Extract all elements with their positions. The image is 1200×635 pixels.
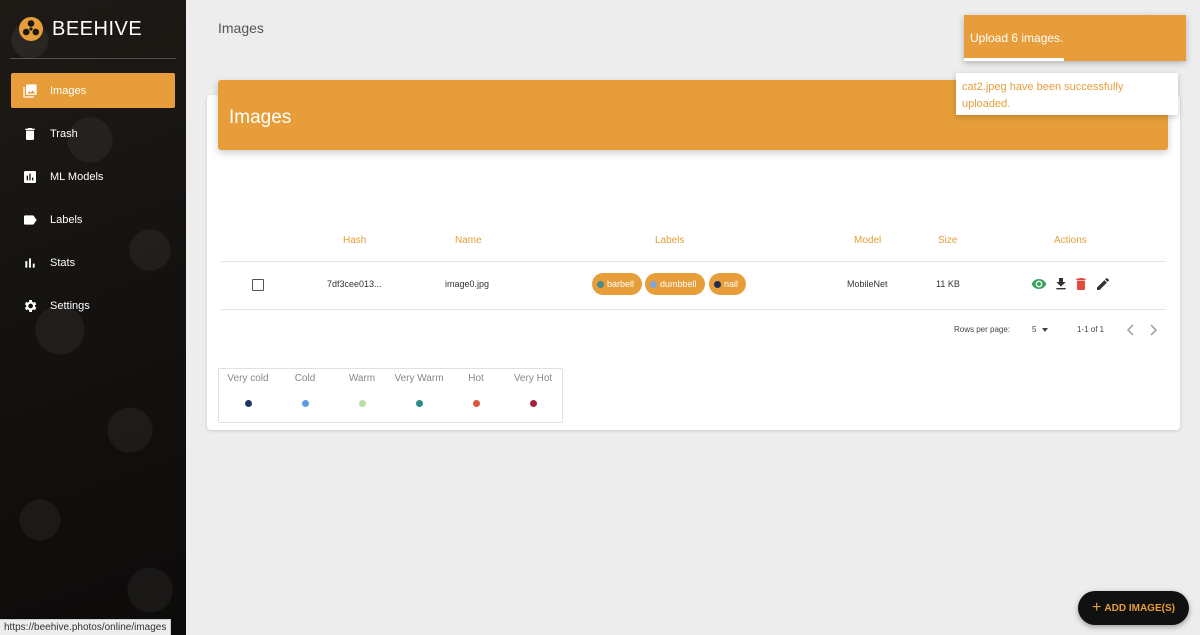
table-divider (221, 261, 1166, 262)
sidebar-item-label: Trash (50, 127, 78, 140)
row-checkbox[interactable] (252, 279, 264, 291)
cell-name: image0.jpg (445, 279, 490, 289)
heat-legend: Very cold Cold Warm Very Warm Hot Very H… (218, 368, 563, 423)
legend-label: Hot (468, 373, 484, 384)
column-header-model[interactable]: Model (854, 235, 881, 246)
sidebar: BEEHIVE Images Trash ML Models Labels St… (0, 0, 186, 635)
sidebar-item-label: ML Models (50, 170, 104, 183)
eye-icon (1031, 279, 1047, 289)
chevron-right-icon (1150, 324, 1157, 336)
column-header-name[interactable]: Name (455, 235, 482, 246)
rows-per-page-label: Rows per page: (954, 325, 1011, 334)
legend-item: Very cold (218, 373, 278, 407)
sidebar-item-label: Images (50, 84, 87, 97)
pencil-icon (1097, 278, 1109, 290)
chip-dot (714, 280, 721, 288)
legend-dot (358, 400, 366, 407)
beehive-logo-icon (19, 17, 43, 41)
sidebar-item-stats[interactable]: Stats (11, 245, 175, 280)
upload-toast-text: Upload 6 images. (970, 31, 1064, 45)
chip-dot (650, 280, 657, 288)
bar-chart-icon (22, 255, 38, 271)
chip-dot (597, 280, 604, 288)
legend-label: Very Hot (513, 373, 553, 384)
legend-label: Very cold (227, 373, 269, 384)
chip-label: dumbbell (660, 279, 697, 289)
label-chip-nail[interactable]: nail (709, 273, 747, 295)
legend-dot (472, 400, 480, 407)
column-header-actions: Actions (1054, 235, 1087, 246)
rows-per-page-select[interactable]: 5 (1032, 325, 1049, 334)
column-header-hash[interactable]: Hash (343, 235, 366, 246)
sidebar-item-label: Labels (50, 213, 83, 226)
sidebar-nav: Images Trash ML Models Labels Stats Sett… (11, 73, 175, 331)
legend-dot (529, 400, 537, 407)
upload-progress-bar (964, 58, 1064, 61)
legend-label: Warm (348, 373, 376, 384)
trash-icon (1076, 278, 1086, 290)
sidebar-item-label: Stats (50, 256, 76, 269)
legend-item: Very Warm (389, 373, 449, 407)
add-images-label: ADD IMAGE(S) (1104, 602, 1175, 614)
plus-icon: + (1092, 599, 1102, 616)
status-url: https://beehive.photos/online/images (0, 619, 172, 635)
chart-icon (22, 169, 38, 185)
brand[interactable]: BEEHIVE (18, 16, 142, 42)
brand-name: BEEHIVE (52, 17, 143, 40)
success-toast-text: cat2.jpeg have been successfully uploade… (962, 81, 1124, 110)
legend-label: Cold (294, 373, 316, 384)
cell-hash: 7df3cee013... (327, 279, 382, 289)
view-button[interactable] (1031, 276, 1047, 292)
cell-model: MobileNet (847, 279, 888, 289)
page-title: Images (218, 20, 264, 36)
legend-dot (415, 400, 423, 407)
chip-label: barbell (607, 279, 635, 289)
cell-size: 11 KB (936, 279, 960, 289)
trash-icon (22, 126, 38, 142)
sidebar-item-trash[interactable]: Trash (11, 116, 175, 151)
gear-icon (22, 298, 38, 314)
previous-page-button[interactable] (1125, 323, 1137, 337)
legend-item: Very Hot (503, 373, 563, 407)
legend-item: Warm (332, 373, 392, 407)
next-page-button[interactable] (1147, 323, 1159, 337)
success-toast[interactable]: cat2.jpeg have been successfully uploade… (956, 73, 1178, 115)
sidebar-item-ml-models[interactable]: ML Models (11, 159, 175, 194)
legend-label: Very Warm (394, 373, 444, 384)
chevron-left-icon (1127, 324, 1134, 336)
download-icon (1056, 278, 1066, 290)
download-button[interactable] (1053, 276, 1069, 292)
rows-per-page-value: 5 (1032, 325, 1037, 334)
card-title: Images (229, 107, 292, 128)
label-chip-dumbbell[interactable]: dumbbell (645, 273, 705, 295)
column-header-size[interactable]: Size (938, 235, 957, 246)
sidebar-divider (10, 58, 176, 59)
legend-dot (301, 400, 309, 407)
image-icon (22, 83, 38, 99)
label-icon (22, 212, 38, 228)
column-header-labels[interactable]: Labels (655, 235, 684, 246)
sidebar-item-label: Settings (50, 299, 90, 312)
legend-item: Hot (446, 373, 506, 407)
upload-toast[interactable]: Upload 6 images. (964, 15, 1186, 61)
caret-down-icon (1042, 327, 1049, 332)
pagination-range: 1-1 of 1 (1077, 325, 1105, 334)
delete-button[interactable] (1073, 276, 1089, 292)
sidebar-item-labels[interactable]: Labels (11, 202, 175, 237)
edit-button[interactable] (1095, 276, 1111, 292)
add-images-button[interactable]: + ADD IMAGE(S) (1078, 591, 1189, 625)
sidebar-item-settings[interactable]: Settings (11, 288, 175, 323)
sidebar-item-images[interactable]: Images (11, 73, 175, 108)
table-divider (221, 309, 1166, 310)
label-chip-barbell[interactable]: barbell (592, 273, 643, 295)
chip-label: nail (724, 279, 739, 289)
legend-item: Cold (275, 373, 335, 407)
legend-dot (244, 400, 252, 407)
